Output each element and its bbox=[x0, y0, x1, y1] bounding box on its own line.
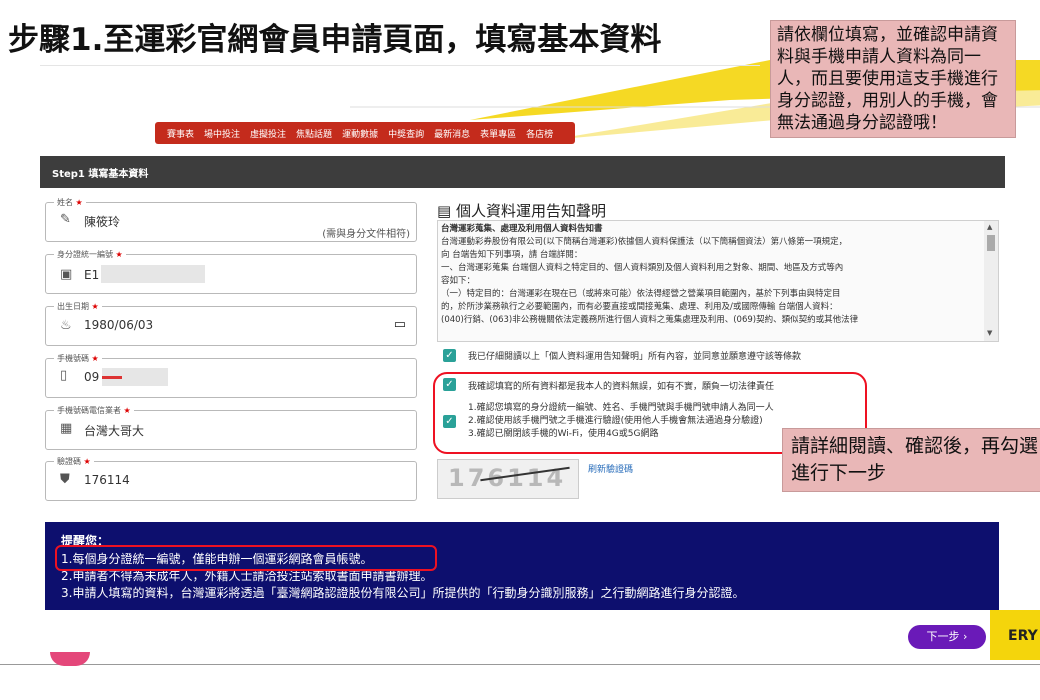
name-field[interactable]: 姓名 ★ ✎ 陳筱玲 (需與身分文件相符) bbox=[45, 197, 417, 242]
redaction-mark bbox=[102, 376, 122, 379]
confirm-identity-label: 我確認填寫的所有資料都是我本人的資料無誤，如有不實，願負一切法律責任 bbox=[468, 382, 775, 392]
privacy-line: 台灣運彩蒐集、處理及利用個人資料告知書 bbox=[441, 224, 603, 234]
phone-label: 手機號碼 bbox=[57, 354, 89, 363]
read-confirm-callout: 請詳細閱讀、確認後，再勾選進行下一步 bbox=[782, 428, 1040, 492]
name-label: 姓名 bbox=[57, 198, 73, 207]
calendar-icon[interactable]: ▭ bbox=[394, 317, 406, 332]
pencil-icon: ✎ bbox=[60, 212, 71, 227]
phone-field[interactable]: 手機號碼 ★ ▯ 09 bbox=[45, 353, 417, 398]
nav-item-prize-check[interactable]: 中獎查詢 bbox=[388, 127, 424, 140]
captcha-image: 176114 bbox=[437, 459, 579, 499]
scroll-down-icon[interactable]: ▼ bbox=[987, 329, 992, 337]
phone-value: 09 bbox=[84, 370, 100, 384]
redaction-block bbox=[101, 265, 205, 283]
privacy-line: 台灣運動彩券股份有限公司(以下簡稱台灣運彩)依據個人資料保護法（以下簡稱個資法）… bbox=[441, 237, 848, 247]
required-mark: ★ bbox=[75, 198, 83, 207]
captcha-image-text: 176114 bbox=[448, 464, 567, 492]
confirm-item: 2.確認使用該手機門號之手機進行驗證(使用他人手機會無法通過身分驗證) bbox=[468, 416, 763, 426]
id-card-icon: ▣ bbox=[60, 267, 73, 282]
confirm-items: 1.確認您填寫的身分證統一編號、姓名、手機門號與手機門號申請人為同一人 2.確認… bbox=[468, 402, 774, 441]
slide-title: 步驟1.至運彩官網會員申請頁面，填寫基本資料 bbox=[8, 22, 662, 58]
privacy-title-text: 個人資料運用告知聲明 bbox=[455, 202, 606, 220]
agree-privacy-checkbox[interactable]: ✓ bbox=[443, 349, 456, 362]
captcha-value: 176114 bbox=[84, 473, 130, 487]
privacy-textbox[interactable]: 台灣運彩蒐集、處理及利用個人資料告知書 台灣運動彩券股份有限公司(以下簡稱台灣運… bbox=[437, 220, 999, 342]
privacy-line: （一）特定目的：台灣運彩在現在已（或將來可能）依法得經營之營業項目範圍內，基於下… bbox=[441, 289, 841, 299]
nav-item-sports-data[interactable]: 運動數據 bbox=[342, 127, 378, 140]
carrier-value: 台灣大哥大 bbox=[84, 424, 145, 438]
captcha-field[interactable]: 驗證碼 ★ ⛊ 176114 bbox=[45, 456, 417, 501]
phone-icon: ▯ bbox=[60, 368, 68, 383]
privacy-line: 一、台灣運彩蒐集 台端個人資料之特定目的、個人資料類別及個人資料利用之對象、期間… bbox=[441, 263, 844, 273]
confirm-identity-checkbox[interactable]: ✓ bbox=[443, 378, 456, 391]
nav-item-forms[interactable]: 表單專區 bbox=[480, 127, 516, 140]
header-divider bbox=[40, 65, 760, 66]
name-hint: (需與身分文件相符) bbox=[322, 229, 410, 240]
nav-item-virtual-bet[interactable]: 虛擬投注 bbox=[250, 127, 286, 140]
agree-privacy-label: 我已仔細閱讀以上「個人資料運用告知聲明」所有內容，並同意並願意遵守該等條款 bbox=[468, 352, 802, 362]
id-number-value: E1 bbox=[84, 268, 100, 282]
confirm-terms-checkbox[interactable]: ✓ bbox=[443, 415, 456, 428]
brand-fragment: ERY bbox=[1008, 628, 1038, 644]
id-number-label: 身分證統一編號 bbox=[57, 250, 113, 259]
cake-icon: ♨ bbox=[60, 318, 72, 333]
step-bar: Step1 填寫基本資料 bbox=[40, 156, 1005, 188]
privacy-title: ▤ 個人資料運用告知聲明 bbox=[437, 200, 606, 221]
footer-divider bbox=[0, 664, 1040, 665]
privacy-line: 容如下： bbox=[441, 276, 476, 286]
carrier-field[interactable]: 手機號碼電信業者 ★ ▦ 台灣大哥大 bbox=[45, 405, 417, 450]
id-number-field[interactable]: 身分證統一編號 ★ ▣ E1 bbox=[45, 249, 417, 294]
confirm-item: 1.確認您填寫的身分證統一編號、姓名、手機門號與手機門號申請人為同一人 bbox=[468, 403, 774, 413]
next-step-button[interactable]: 下一步 › bbox=[908, 625, 986, 649]
nav-item-topics[interactable]: 焦點話題 bbox=[296, 127, 332, 140]
nav-item-news[interactable]: 最新消息 bbox=[434, 127, 470, 140]
privacy-line: 向 台端告知下列事項，請 台端詳閱： bbox=[441, 250, 583, 260]
refresh-captcha-link[interactable]: 刷新驗證碼 bbox=[588, 462, 633, 475]
privacy-line: 的，於所涉業務執行之必要範圍內，而有必要直接或間接蒐集、處理、利用及/或國際傳輸… bbox=[441, 302, 838, 312]
document-icon: ▤ bbox=[437, 202, 452, 220]
step-label: Step1 填寫基本資料 bbox=[52, 169, 149, 180]
privacy-text: 台灣運彩蒐集、處理及利用個人資料告知書 台灣運動彩券股份有限公司(以下簡稱台灣運… bbox=[441, 223, 977, 327]
scroll-up-icon[interactable]: ▲ bbox=[987, 223, 992, 231]
notice-highlight bbox=[55, 545, 437, 571]
birthdate-value: 1980/06/03 bbox=[84, 318, 154, 332]
scrollbar-thumb[interactable] bbox=[987, 235, 995, 251]
instruction-callout: 請依欄位填寫，並確認申請資料與手機申請人資料為同一人，而且要使用這支手機進行身分… bbox=[770, 20, 1016, 138]
captcha-label: 驗證碼 bbox=[57, 457, 81, 466]
nav-item-store-ranking[interactable]: 各店榜 bbox=[526, 127, 553, 140]
birthdate-field[interactable]: 出生日期 ★ ♨ 1980/06/03 ▭ bbox=[45, 301, 417, 346]
building-icon: ▦ bbox=[60, 421, 73, 436]
privacy-line: (040)行銷、(063)非公務機關依法定義務所進行個人資料之蒐集處理及利用、(… bbox=[441, 315, 859, 325]
carrier-label: 手機號碼電信業者 bbox=[57, 406, 121, 415]
notice-line: 3.申請人填寫的資料，台灣運彩將透過「臺灣網路認證股份有限公司」所提供的「行動身… bbox=[61, 586, 745, 600]
birthdate-label: 出生日期 bbox=[57, 302, 89, 311]
confirm-item: 3.確認已關閉該手機的Wi-Fi，使用4G或5G網路 bbox=[468, 429, 659, 439]
name-value: 陳筱玲 bbox=[84, 215, 121, 229]
nav-item-schedule[interactable]: 賽事表 bbox=[167, 127, 194, 140]
shield-check-icon: ⛊ bbox=[60, 472, 70, 487]
nav-item-live-bet[interactable]: 場中投注 bbox=[204, 127, 240, 140]
privacy-scrollbar[interactable]: ▲ ▼ bbox=[984, 221, 998, 341]
main-nav: 賽事表 場中投注 虛擬投注 焦點話題 運動數據 中獎查詢 最新消息 表單專區 各… bbox=[155, 122, 576, 144]
